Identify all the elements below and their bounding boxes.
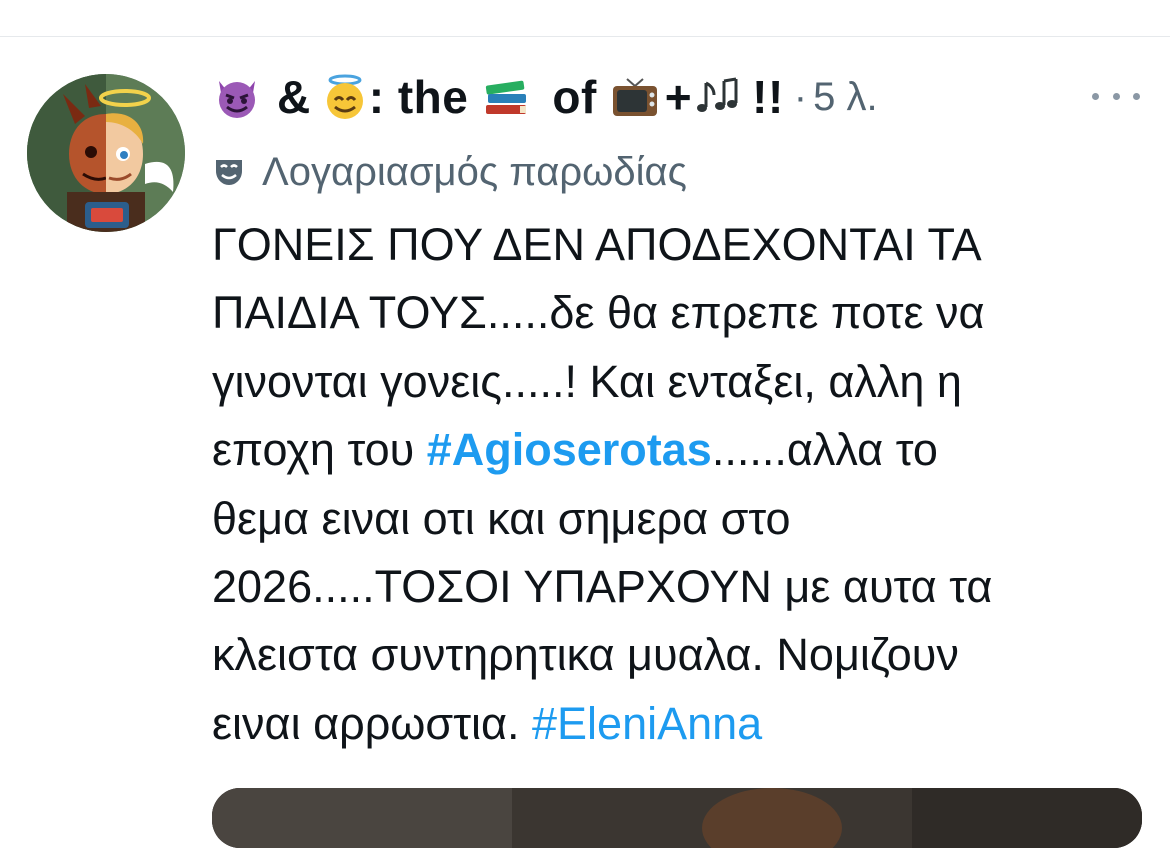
hashtag-link[interactable]: #Agioserotas	[427, 424, 712, 475]
hashtag-link[interactable]: #EleniAnna	[532, 698, 762, 749]
more-dot	[1133, 92, 1140, 100]
post-text: ΓΟΝΕΙΣ ΠΟΥ ΔΕΝ ΑΠΟΔΕΧΟΝΤΑΙ ΤΑ ΠΑΙΔΙΑ ΤΟΥ…	[212, 211, 1157, 758]
more-dot	[1112, 92, 1120, 100]
television-icon	[611, 73, 659, 121]
text-segment: εποχη του	[212, 424, 427, 476]
author-name-part: of	[552, 71, 597, 123]
post-text-line: 2026.....ΤΟΣΟΙ ΥΠΑΡΧΟΥΝ με αυτα τα	[212, 553, 1157, 621]
text-segment: ειναι αρρωστια.	[212, 697, 532, 749]
author-name-part: &	[277, 71, 311, 123]
parody-account-label: Λογαριασμός παρωδίας	[214, 146, 687, 198]
header-separator: ·	[793, 74, 808, 119]
smiling-halo-icon	[321, 73, 369, 121]
author-name-part: : the	[368, 71, 469, 123]
post-header: & : the of + !! · 5 λ.	[213, 64, 878, 130]
post-text-line: ΠΑΙΔΙΑ ΤΟΥΣ.....δε θα επρεπε ποτε να	[212, 279, 1157, 347]
media-preview[interactable]	[212, 788, 1142, 848]
text-segment: κλειστα συντηρητικα μυαλα. Νομιζουν	[212, 629, 959, 681]
more-dot	[1092, 92, 1099, 100]
author-display-name[interactable]: & : the of + !!	[213, 70, 784, 124]
theater-mask-icon	[216, 160, 242, 185]
text-segment: θεμα ειναι οτι και σημερα στο	[212, 492, 791, 544]
more-options-button[interactable]	[1092, 84, 1140, 108]
parody-label-text: Λογαριασμός παρωδίας	[262, 149, 687, 194]
smiling-imp-icon	[213, 73, 261, 121]
post-text-line: ΓΟΝΕΙΣ ΠΟΥ ΔΕΝ ΑΠΟΔΕΧΟΝΤΑΙ ΤΑ	[212, 211, 1157, 279]
post-text-line: θεμα ειναι οτι και σημερα στο	[212, 485, 1157, 553]
avatar[interactable]	[27, 74, 185, 232]
author-name-part: !!	[752, 71, 784, 123]
post-timestamp[interactable]: 5 λ.	[813, 75, 877, 120]
author-name-part: +	[664, 71, 693, 123]
text-segment: γινονται γονεις.....! Και ενταξει, αλλη …	[212, 355, 962, 407]
text-segment: ΠΑΙΔΙΑ ΤΟΥΣ.....δε θα επρεπε ποτε να	[212, 287, 985, 339]
text-segment: ......αλλα το	[711, 424, 938, 476]
musical-notes-icon	[694, 73, 742, 121]
post-text-line: εποχη του #Agioserotas......αλλα το	[212, 416, 1157, 484]
post-text-line: κλειστα συντηρητικα μυαλα. Νομιζουν	[212, 621, 1157, 689]
top-divider	[0, 36, 1170, 37]
post-text-line: ειναι αρρωστια. #EleniAnna	[212, 690, 1157, 758]
books-icon	[482, 73, 530, 121]
text-segment: 2026.....ΤΟΣΟΙ ΥΠΑΡΧΟΥΝ με αυτα τα	[212, 560, 993, 612]
text-segment: ΓΟΝΕΙΣ ΠΟΥ ΔΕΝ ΑΠΟΔΕΧΟΝΤΑΙ ΤΑ	[212, 219, 982, 270]
post-text-line: γινονται γονεις.....! Και ενταξει, αλλη …	[212, 348, 1157, 416]
